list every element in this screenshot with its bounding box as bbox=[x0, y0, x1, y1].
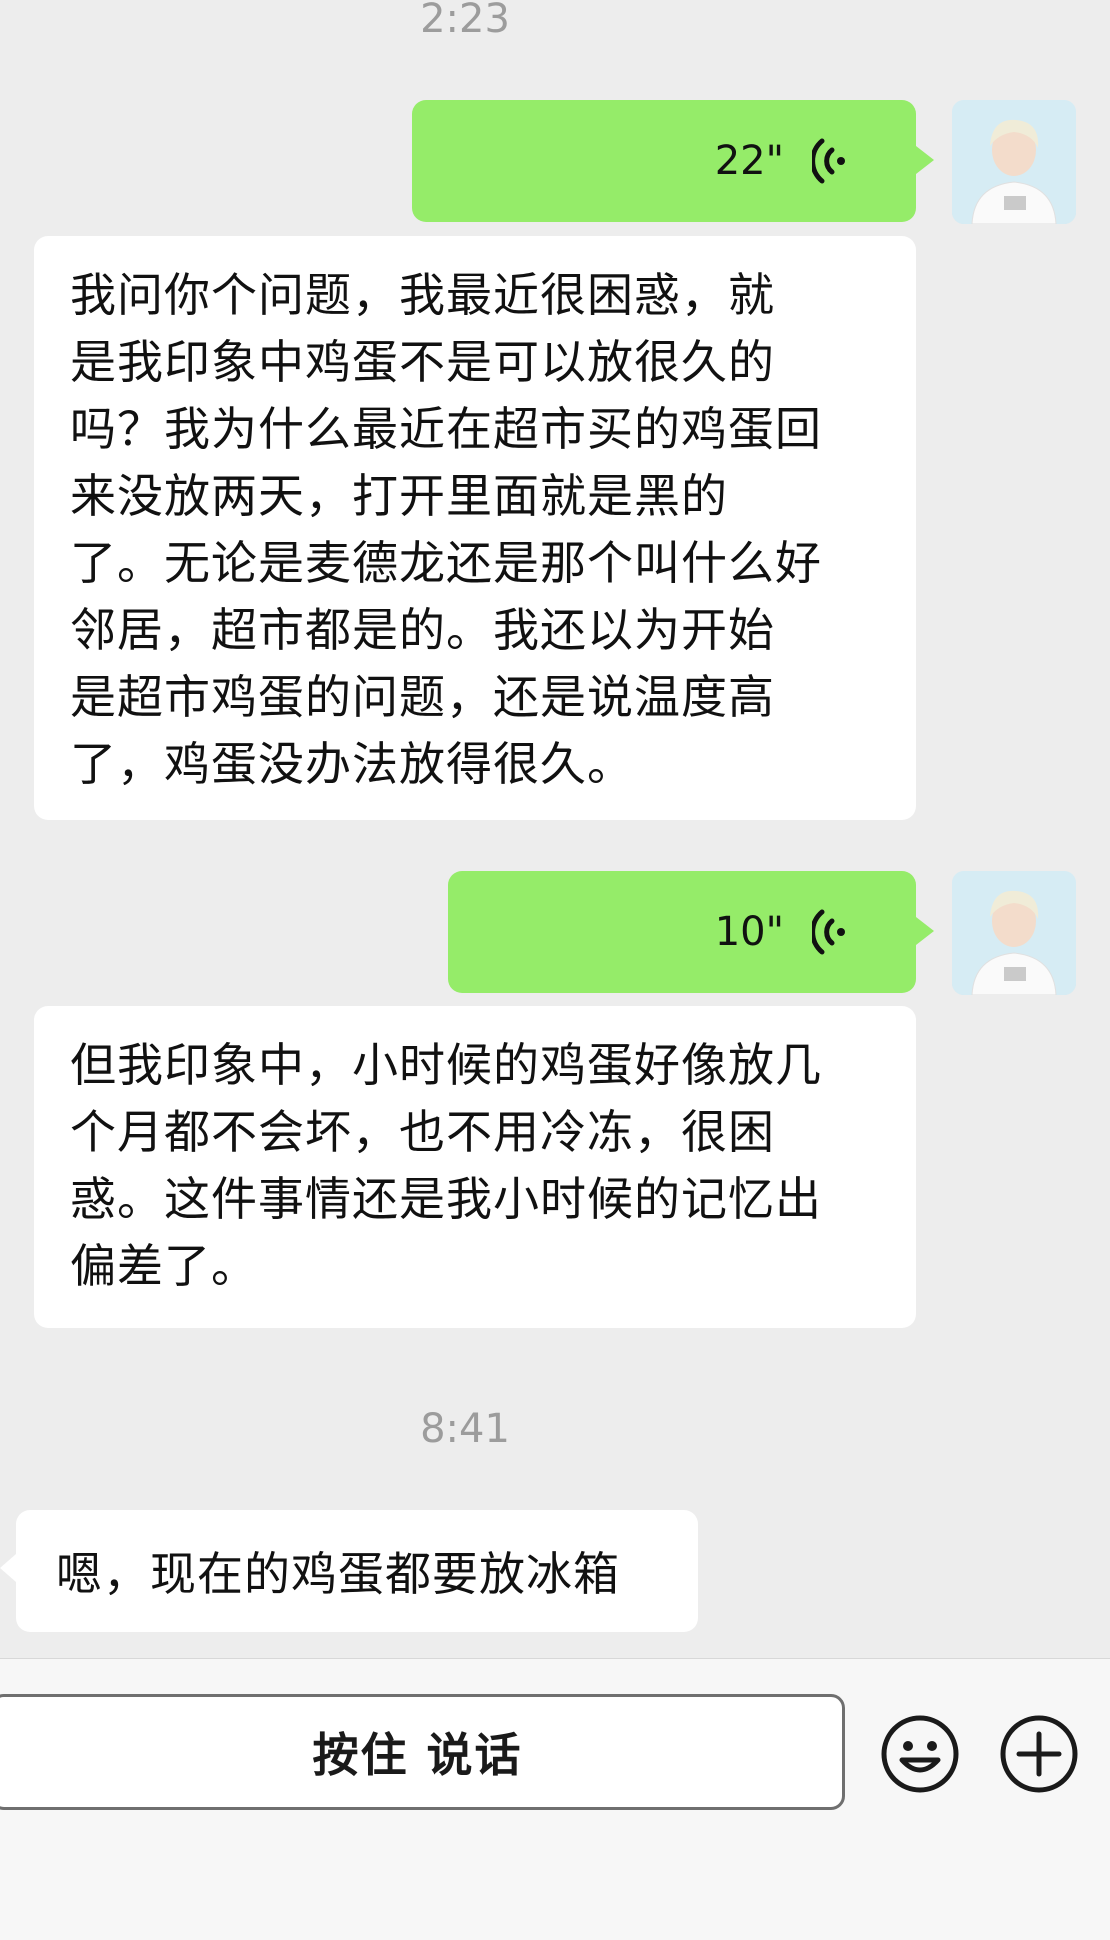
hold-to-talk-label: 按住 说话 bbox=[312, 1728, 523, 1782]
transcript-1-line: 我问你个问题，我最近很困惑，就 bbox=[70, 268, 775, 322]
transcript-1-line: 了，鸡蛋没办法放得很久。 bbox=[70, 737, 634, 791]
hold-to-talk-button[interactable]: 按住 说话 bbox=[0, 1694, 845, 1810]
voice-wave-icon bbox=[812, 909, 845, 955]
voice-message-2[interactable]: 10" bbox=[448, 871, 934, 993]
transcript-1-line: 吗？我为什么最近在超市买的鸡蛋回 bbox=[70, 402, 822, 456]
avatar-self[interactable] bbox=[952, 871, 1076, 995]
transcript-1-line: 是超市鸡蛋的问题，还是说温度高 bbox=[70, 670, 775, 724]
plus-circle-icon[interactable] bbox=[999, 1714, 1079, 1794]
transcript-bubble-1: 我问你个问题，我最近很困惑，就 是我印象中鸡蛋不是可以放很久的 吗？我为什么最近… bbox=[34, 236, 916, 820]
voice-wave-icon bbox=[812, 138, 845, 184]
timestamp-top: 2:23 bbox=[420, 0, 510, 42]
smiley-face-icon[interactable] bbox=[880, 1714, 960, 1794]
incoming-message-text: 嗯，现在的鸡蛋都要放冰箱 bbox=[56, 1547, 620, 1601]
transcript-1-line: 是我印象中鸡蛋不是可以放很久的 bbox=[70, 335, 775, 389]
transcript-2-line: 惑。这件事情还是我小时候的记忆出 bbox=[70, 1172, 822, 1226]
voice-duration-2: 10" bbox=[714, 909, 784, 955]
voice-message-1[interactable]: 22" bbox=[412, 100, 934, 222]
timestamp-mid: 8:41 bbox=[420, 1406, 510, 1452]
transcript-1-line: 邻居，超市都是的。我还以为开始 bbox=[70, 603, 775, 657]
transcript-2-line: 个月都不会坏，也不用冷冻，很困 bbox=[70, 1105, 775, 1159]
avatar-image-icon bbox=[952, 100, 1076, 224]
avatar-image-icon bbox=[952, 871, 1076, 995]
transcript-2-line: 但我印象中，小时候的鸡蛋好像放几 bbox=[70, 1038, 822, 1092]
transcript-2-line: 偏差了。 bbox=[70, 1239, 258, 1293]
voice-duration-1: 22" bbox=[714, 138, 784, 184]
transcript-1-line: 了。无论是麦德龙还是那个叫什么好 bbox=[70, 536, 822, 590]
incoming-message[interactable]: 嗯，现在的鸡蛋都要放冰箱 bbox=[0, 1510, 698, 1632]
avatar-self[interactable] bbox=[952, 100, 1076, 224]
transcript-1-line: 来没放两天，打开里面就是黑的 bbox=[70, 469, 728, 523]
transcript-bubble-2: 但我印象中，小时候的鸡蛋好像放几 个月都不会坏，也不用冷冻，很困 惑。这件事情还… bbox=[34, 1006, 916, 1328]
